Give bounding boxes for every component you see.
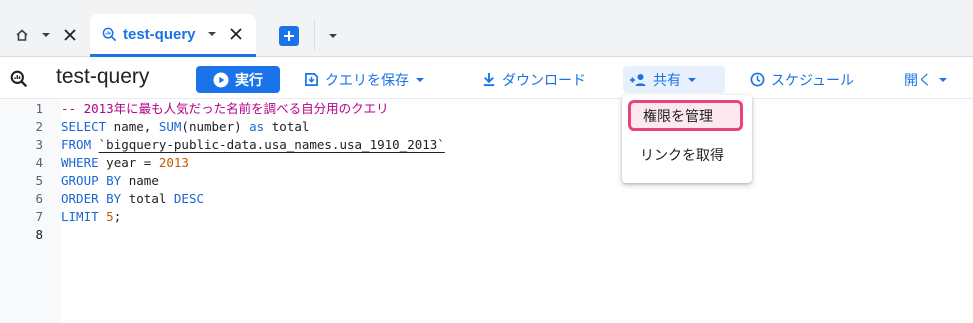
tab-strip: test-query [0,0,973,57]
sql-keyword: ORDER BY [61,191,122,206]
line-number: 4 [35,155,43,170]
tab-home[interactable] [8,14,78,56]
save-query-label: クエリを保存 [325,72,409,89]
sql-text: year = [98,155,159,170]
sql-keyword: LIMIT [61,209,99,224]
sql-text: (number) [181,119,250,134]
sql-keyword: GROUP BY [61,173,122,188]
line-number: 2 [35,119,43,134]
get-link-menu-item[interactable]: リンクを取得 [622,138,752,172]
chevron-down-icon [687,77,697,83]
manage-permissions-menu-item[interactable]: 権限を管理 [628,100,743,131]
page-title: test-query [56,65,150,88]
sql-keyword: as [249,119,265,134]
sql-text: total [264,119,310,134]
save-query-button[interactable]: クエリを保存 [298,66,431,93]
share-label: 共有 [653,72,681,89]
tab-label: test-query [123,25,196,43]
close-icon[interactable] [228,26,244,42]
table-reference-link[interactable]: `bigquery-public-data.usa_names.usa_1910… [99,137,445,152]
download-label: ダウンロード [502,72,586,89]
code-line: 5 GROUP BY name [0,172,973,190]
code-line: 1 -- 2013年に最も人気だった名前を調べる自分用のクエリ [0,100,973,118]
line-number: 8 [35,227,43,242]
line-number: 1 [35,101,43,116]
chevron-down-icon[interactable] [206,28,218,40]
sql-editor[interactable]: 1 -- 2013年に最も人気だった名前を調べる自分用のクエリ 2 SELECT… [0,99,973,323]
line-number: 3 [35,137,43,152]
sql-text: name, [106,119,159,134]
add-person-icon [629,73,647,87]
sql-keyword: FROM [61,137,92,152]
download-button[interactable]: ダウンロード [476,66,592,93]
query-icon [10,70,28,88]
code-line: 3 FROM `bigquery-public-data.usa_names.u… [0,136,973,154]
sql-keyword: DESC [173,191,205,206]
sql-comment: -- 2013年に最も人気だった名前を調べる自分用のクエリ [61,101,389,116]
save-icon [304,72,319,87]
line-number: 6 [35,191,43,206]
plus-icon [283,30,295,42]
chevron-down-icon [938,77,948,83]
line-number: 5 [35,173,43,188]
code-line: 6 ORDER BY total DESC [0,190,973,208]
chevron-down-icon [328,33,338,39]
sql-number: 5 [106,209,114,224]
schedule-button[interactable]: スケジュール [744,66,860,93]
clock-icon [750,72,765,87]
play-icon [213,72,229,88]
query-icon [102,27,117,42]
sql-text: ; [113,209,122,224]
share-menu: 権限を管理 リンクを取得 [622,95,752,183]
code-line: 2 SELECT name, SUM(number) as total [0,118,973,136]
tabs-menu-button[interactable] [326,29,340,43]
code-line: 4 WHERE year = 2013 [0,154,973,172]
schedule-label: スケジュール [771,72,855,89]
run-label: 実行 [235,72,263,89]
sql-text: total [121,191,174,206]
run-button[interactable]: 実行 [196,66,280,93]
sql-function: SUM [158,119,182,134]
chevron-down-icon [415,77,425,83]
open-label: 開く [904,72,932,89]
close-icon[interactable] [62,27,78,43]
line-number: 7 [35,209,43,224]
code-line: 8 [0,226,973,244]
tab-divider [314,20,315,50]
new-tab-button[interactable] [279,26,299,46]
chevron-down-icon[interactable] [40,29,52,41]
sql-keyword: WHERE [61,155,99,170]
sql-keyword: SELECT [61,119,107,134]
home-icon [14,27,30,43]
open-button[interactable]: 開く [898,66,954,93]
code-line: 7 LIMIT 5; [0,208,973,226]
query-toolbar: test-query 実行 クエリを保存 ダウンロード 共有 スケジュール 開く [0,57,973,99]
share-button[interactable]: 共有 [623,66,725,93]
sql-number: 2013 [158,155,189,170]
sql-text: name [121,173,159,188]
download-icon [482,72,496,87]
tab-test-query[interactable]: test-query [90,14,256,57]
